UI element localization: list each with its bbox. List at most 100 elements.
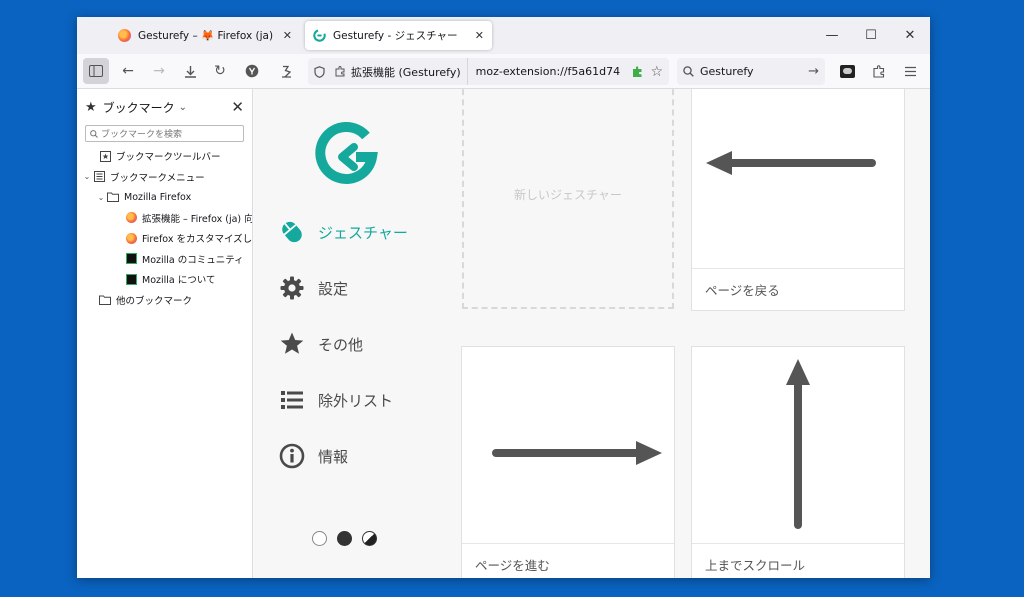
reload-icon[interactable]: ↻ bbox=[207, 58, 233, 84]
bookmark-item[interactable]: ⌄ Mozilla Firefox bbox=[77, 187, 252, 208]
chevron-down-icon[interactable]: ⌄ bbox=[81, 172, 93, 181]
list-icon bbox=[278, 386, 306, 414]
star-icon bbox=[278, 330, 306, 358]
sidebar-close-icon[interactable]: ✕ bbox=[231, 98, 244, 116]
gesture-label: 上までスクロール bbox=[692, 543, 904, 578]
nav-other-label: その他 bbox=[318, 335, 364, 354]
nav-about[interactable]: 情報 bbox=[278, 441, 348, 471]
identity-label: 拡張機能 (Gesturefy) bbox=[351, 65, 461, 79]
firefox-icon bbox=[125, 212, 137, 224]
bookmark-label: Mozilla Firefox bbox=[124, 191, 192, 203]
mozilla-icon bbox=[125, 253, 137, 265]
url-text: moz-extension://f5a61d74 bbox=[475, 65, 621, 78]
nav-toolbar: ← → ↻ 拡張機能 (Gesturefy) moz-extension://f… bbox=[77, 54, 930, 89]
extension-avatar-icon[interactable] bbox=[834, 58, 860, 84]
gesturefy-options-page: ジェスチャー 設定 その他 除外リスト 情報 新しいジェスチャー ページを戻る … bbox=[254, 89, 930, 578]
chevron-down-icon[interactable]: ⌄ bbox=[95, 193, 107, 202]
sidebar-toggle-icon[interactable] bbox=[83, 58, 109, 84]
gesture-label: ページを戻る bbox=[692, 268, 904, 310]
minimize-button[interactable]: — bbox=[812, 17, 852, 54]
tab-title: Gesturefy - ジェスチャー bbox=[333, 30, 458, 42]
info-icon bbox=[278, 442, 306, 470]
bookmark-item[interactable]: Firefox をカスタマイズし… bbox=[77, 228, 252, 249]
close-tab-icon[interactable]: ✕ bbox=[475, 29, 484, 42]
nav-settings-label: 設定 bbox=[318, 279, 349, 298]
nav-exclusions[interactable]: 除外リスト bbox=[278, 385, 393, 415]
downloads-icon[interactable] bbox=[177, 58, 203, 84]
search-value: Gesturefy bbox=[700, 65, 754, 78]
bookmark-star-icon[interactable]: ☆ bbox=[650, 64, 663, 80]
tab-title: Gesturefy – 🦊 Firefox (ja) 向け拡張 bbox=[138, 30, 277, 42]
bookmark-item[interactable]: Mozilla について bbox=[77, 269, 252, 290]
gesturefy-icon bbox=[313, 29, 326, 42]
maximize-button[interactable]: ☐ bbox=[851, 17, 891, 54]
tab-gesturefy-gestures[interactable]: Gesturefy - ジェスチャー ✕ bbox=[305, 21, 492, 50]
search-icon bbox=[683, 66, 694, 77]
extension-puzzle-icon[interactable] bbox=[632, 65, 644, 78]
site-identity[interactable]: 拡張機能 (Gesturefy) bbox=[329, 58, 468, 85]
theme-switcher bbox=[312, 531, 377, 546]
bookmark-label: Mozilla のコミュニティ bbox=[142, 254, 244, 266]
bookmark-item[interactable]: ⌄ ブックマークメニュー bbox=[77, 167, 252, 188]
gesturefy-logo bbox=[314, 121, 378, 189]
nav-gestures-label: ジェスチャー bbox=[318, 223, 408, 242]
dark-theme-button[interactable] bbox=[337, 531, 352, 546]
bookmark-item[interactable]: ブックマークツールバー bbox=[77, 146, 252, 167]
window-close-button[interactable]: ✕ bbox=[890, 17, 930, 54]
bookmark-tree: ブックマークツールバー ⌄ ブックマークメニュー ⌄ Mozilla Firef… bbox=[77, 146, 252, 310]
hamburger-menu-icon[interactable] bbox=[897, 58, 923, 84]
bookmarks-sidebar: ★ ブックマーク ⌄ ✕ ブックマークを検索 ブックマークツールバー ⌄ ブック… bbox=[77, 89, 253, 578]
bookmark-label: ブックマークツールバー bbox=[116, 152, 221, 164]
light-theme-button[interactable] bbox=[312, 531, 327, 546]
folder-icon bbox=[99, 294, 111, 306]
tab-strip: Gesturefy – 🦊 Firefox (ja) 向け拡張 ✕ Gestur… bbox=[77, 17, 930, 54]
nav-exclusions-label: 除外リスト bbox=[318, 391, 394, 410]
tab-gesturefy-addons[interactable]: Gesturefy – 🦊 Firefox (ja) 向け拡張 ✕ bbox=[110, 21, 300, 50]
star-icon: ★ bbox=[85, 99, 97, 115]
bookmark-item[interactable]: 拡張機能 – Firefox (ja) 向け… bbox=[77, 208, 252, 229]
nav-settings[interactable]: 設定 bbox=[278, 273, 348, 303]
search-go-icon[interactable]: → bbox=[808, 64, 819, 79]
bookmark-label: Firefox をカスタマイズし… bbox=[142, 234, 252, 246]
right-arrow-icon bbox=[462, 347, 676, 551]
close-tab-icon[interactable]: ✕ bbox=[283, 29, 292, 42]
gesture-label: ページを進む bbox=[462, 543, 674, 578]
up-arrow-icon bbox=[692, 347, 906, 551]
nav-gestures[interactable]: ジェスチャー bbox=[278, 217, 408, 247]
url-bar[interactable]: 拡張機能 (Gesturefy) moz-extension://f5a61d7… bbox=[308, 58, 669, 85]
gesture-card-scroll-top[interactable]: 上までスクロール bbox=[691, 346, 905, 578]
bookmark-search-input[interactable]: ブックマークを検索 bbox=[85, 125, 244, 142]
mozilla-icon bbox=[125, 273, 137, 285]
nav-other[interactable]: その他 bbox=[278, 329, 363, 359]
bookmark-label: Mozilla について bbox=[142, 275, 216, 287]
browser-window: Gesturefy – 🦊 Firefox (ja) 向け拡張 ✕ Gestur… bbox=[77, 17, 930, 578]
account-icon[interactable] bbox=[239, 58, 265, 84]
forward-icon[interactable]: → bbox=[146, 58, 172, 84]
bookmark-item[interactable]: Mozilla のコミュニティ bbox=[77, 249, 252, 270]
extension-toolbar-icon[interactable] bbox=[273, 58, 299, 84]
gesture-card-page-forward[interactable]: ページを進む bbox=[461, 346, 675, 578]
back-icon[interactable]: ← bbox=[115, 58, 141, 84]
tracking-shield-icon[interactable] bbox=[314, 65, 325, 78]
gesture-card-page-back[interactable]: ページを戻る bbox=[691, 89, 905, 311]
menu-icon bbox=[93, 171, 105, 183]
search-icon bbox=[90, 129, 98, 138]
mouse-icon bbox=[278, 218, 306, 246]
chevron-down-icon[interactable]: ⌄ bbox=[179, 102, 187, 113]
folder-icon bbox=[107, 191, 119, 203]
puzzle-icon bbox=[335, 66, 346, 77]
extensions-icon[interactable] bbox=[866, 58, 892, 84]
search-placeholder: ブックマークを検索 bbox=[101, 130, 183, 140]
search-bar[interactable]: Gesturefy → bbox=[677, 58, 825, 85]
toolbar-icon bbox=[99, 150, 111, 162]
nav-about-label: 情報 bbox=[318, 447, 349, 466]
new-gesture-label: 新しいジェスチャー bbox=[514, 187, 622, 202]
sidebar-title[interactable]: ブックマーク bbox=[103, 99, 175, 116]
bookmark-label: 拡張機能 – Firefox (ja) 向け… bbox=[142, 213, 252, 225]
bookmark-item[interactable]: 他のブックマーク bbox=[77, 290, 252, 311]
auto-theme-button[interactable] bbox=[362, 531, 377, 546]
gear-icon bbox=[278, 274, 306, 302]
sidebar-header: ★ ブックマーク ⌄ ✕ bbox=[77, 89, 252, 125]
bookmark-label: ブックマークメニュー bbox=[110, 172, 205, 184]
new-gesture-card[interactable]: 新しいジェスチャー bbox=[462, 89, 674, 309]
